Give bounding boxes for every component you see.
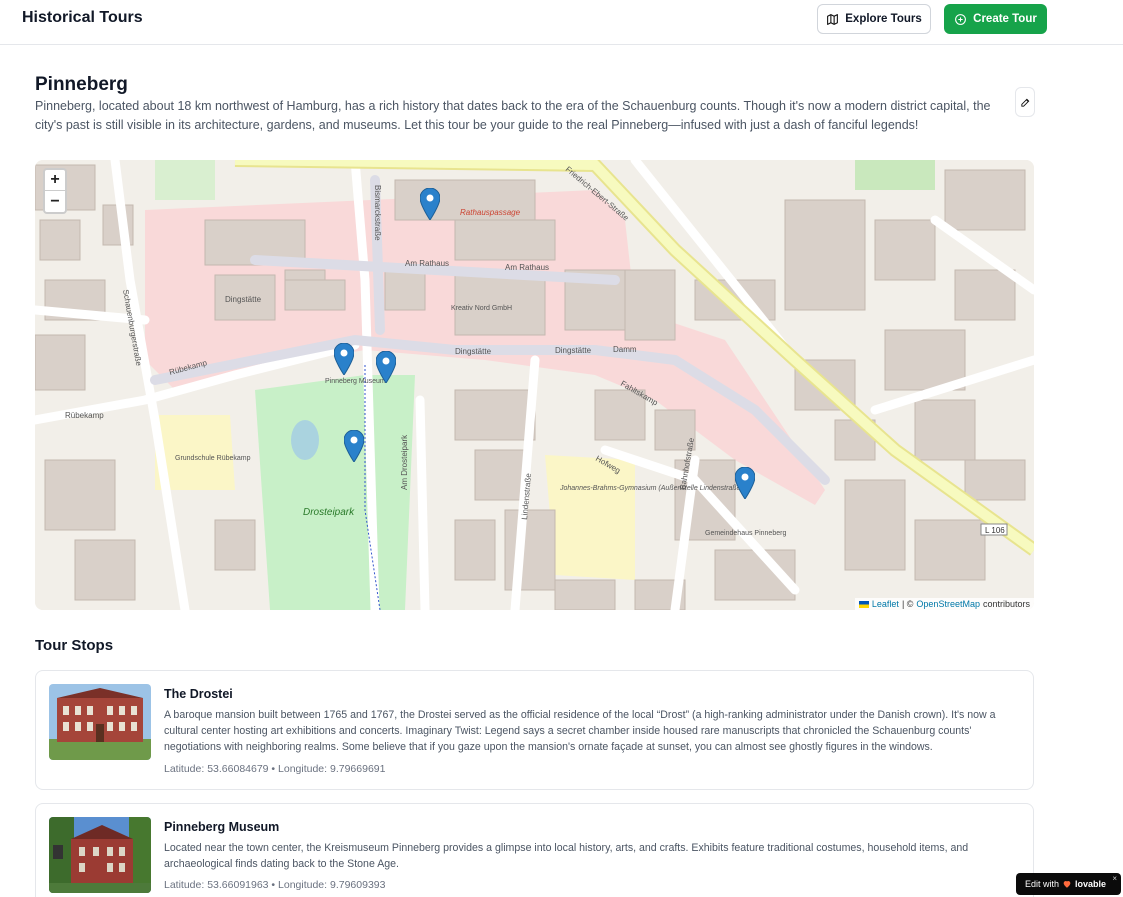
heart-icon (1063, 881, 1071, 888)
badge-prefix: Edit with (1025, 879, 1060, 889)
map-tiles[interactable]: Rathauspassage Am Rathaus Am Rathaus Din… (35, 160, 1034, 610)
map-label-gymnasium: Johannes-Brahms-Gymnasium (Außenstelle L… (559, 485, 743, 492)
drosteipark-area (255, 375, 415, 610)
map-label-rathauspassage: Rathauspassage (460, 208, 521, 217)
tour-stop-card[interactable]: The Drostei A baroque mansion built betw… (35, 670, 1034, 790)
map-marker-icon[interactable] (376, 351, 396, 383)
map-label-dingstaette-2: Dingstätte (455, 347, 492, 356)
plus-circle-icon (955, 13, 967, 25)
edit-with-lovable-badge[interactable]: Edit with lovable × (1016, 873, 1121, 895)
stop-title: The Drostei (164, 687, 233, 701)
zoom-in-button[interactable]: + (45, 170, 65, 191)
map-label-bismarckstrasse: Bismarckstraße (373, 185, 382, 241)
attribution-separator: | © (901, 599, 914, 609)
top-navigation-bar: Historical Tours Explore Tours Create To… (0, 0, 1123, 45)
map-marker-icon[interactable] (420, 188, 440, 220)
map-label-l106: L 106 (985, 526, 1005, 535)
stop-coordinates: Latitude: 53.66084679 • Longitude: 9.796… (164, 763, 386, 775)
map-label-dingstaette-3: Dingstätte (555, 346, 592, 355)
zoom-out-button[interactable]: − (45, 191, 65, 212)
badge-brand: lovable (1075, 879, 1107, 889)
create-tour-label: Create Tour (973, 13, 1037, 25)
attribution-suffix: contributors (982, 599, 1030, 609)
map-label-grundschule: Grundschule Rübekamp (175, 455, 251, 462)
map-label-rubekamp-2: Rübekamp (65, 411, 104, 420)
stop-coordinates: Latitude: 53.66091963 • Longitude: 9.796… (164, 879, 386, 891)
explore-tours-label: Explore Tours (845, 13, 922, 25)
tour-stop-card[interactable]: Pinneberg Museum Located near the town c… (35, 803, 1034, 897)
map-label-dingstaette: Dingstätte (225, 295, 262, 304)
map-label-am-rathaus: Am Rathaus (405, 259, 449, 268)
zoom-control: + − (43, 168, 67, 214)
map-label-am-drosteipark: Am Drosteipark (400, 434, 409, 490)
school-area (545, 455, 635, 580)
app-brand[interactable]: Historical Tours (22, 9, 143, 27)
map-label-drosteipark: Drosteipark (303, 507, 355, 518)
map-attribution: Leaflet | © OpenStreetMap contributors (854, 598, 1034, 610)
stop-thumbnail (49, 684, 151, 760)
map-label-gemeindehaus: Gemeindehaus Pinneberg (705, 530, 786, 537)
tour-description: Pinneberg, located about 18 km northwest… (35, 99, 991, 132)
edit-tour-button[interactable] (1015, 87, 1035, 117)
explore-tours-button[interactable]: Explore Tours (817, 4, 931, 34)
map-marker-icon[interactable] (735, 467, 755, 499)
tour-map[interactable]: Rathauspassage Am Rathaus Am Rathaus Din… (35, 160, 1034, 610)
stop-thumbnail (49, 817, 151, 893)
map-icon (827, 13, 839, 25)
map-label-gymnasium-text: Johannes-Brahms-Gymnasium (Außenstelle L… (559, 485, 743, 492)
stop-description: A baroque mansion built between 1765 and… (164, 709, 996, 753)
badge-close-button[interactable]: × (1112, 874, 1117, 883)
ukraine-flag-icon (858, 600, 869, 608)
map-label-kreativ: Kreativ Nord GmbH (451, 305, 512, 312)
stop-title: Pinneberg Museum (164, 820, 280, 834)
create-tour-button[interactable]: Create Tour (944, 4, 1047, 34)
map-label-am-rathaus-2: Am Rathaus (505, 263, 549, 272)
map-marker-icon[interactable] (344, 430, 364, 462)
leaflet-link[interactable]: Leaflet (872, 599, 899, 609)
map-label-damm: Damm (613, 345, 637, 354)
map-marker-icon[interactable] (334, 343, 354, 375)
stop-description: Located near the town center, the Kreism… (164, 842, 969, 870)
edit-icon (1020, 98, 1029, 107)
tour-stops-heading: Tour Stops (35, 637, 114, 654)
openstreetmap-link[interactable]: OpenStreetMap (916, 599, 980, 609)
tour-title: Pinneberg (35, 74, 128, 95)
